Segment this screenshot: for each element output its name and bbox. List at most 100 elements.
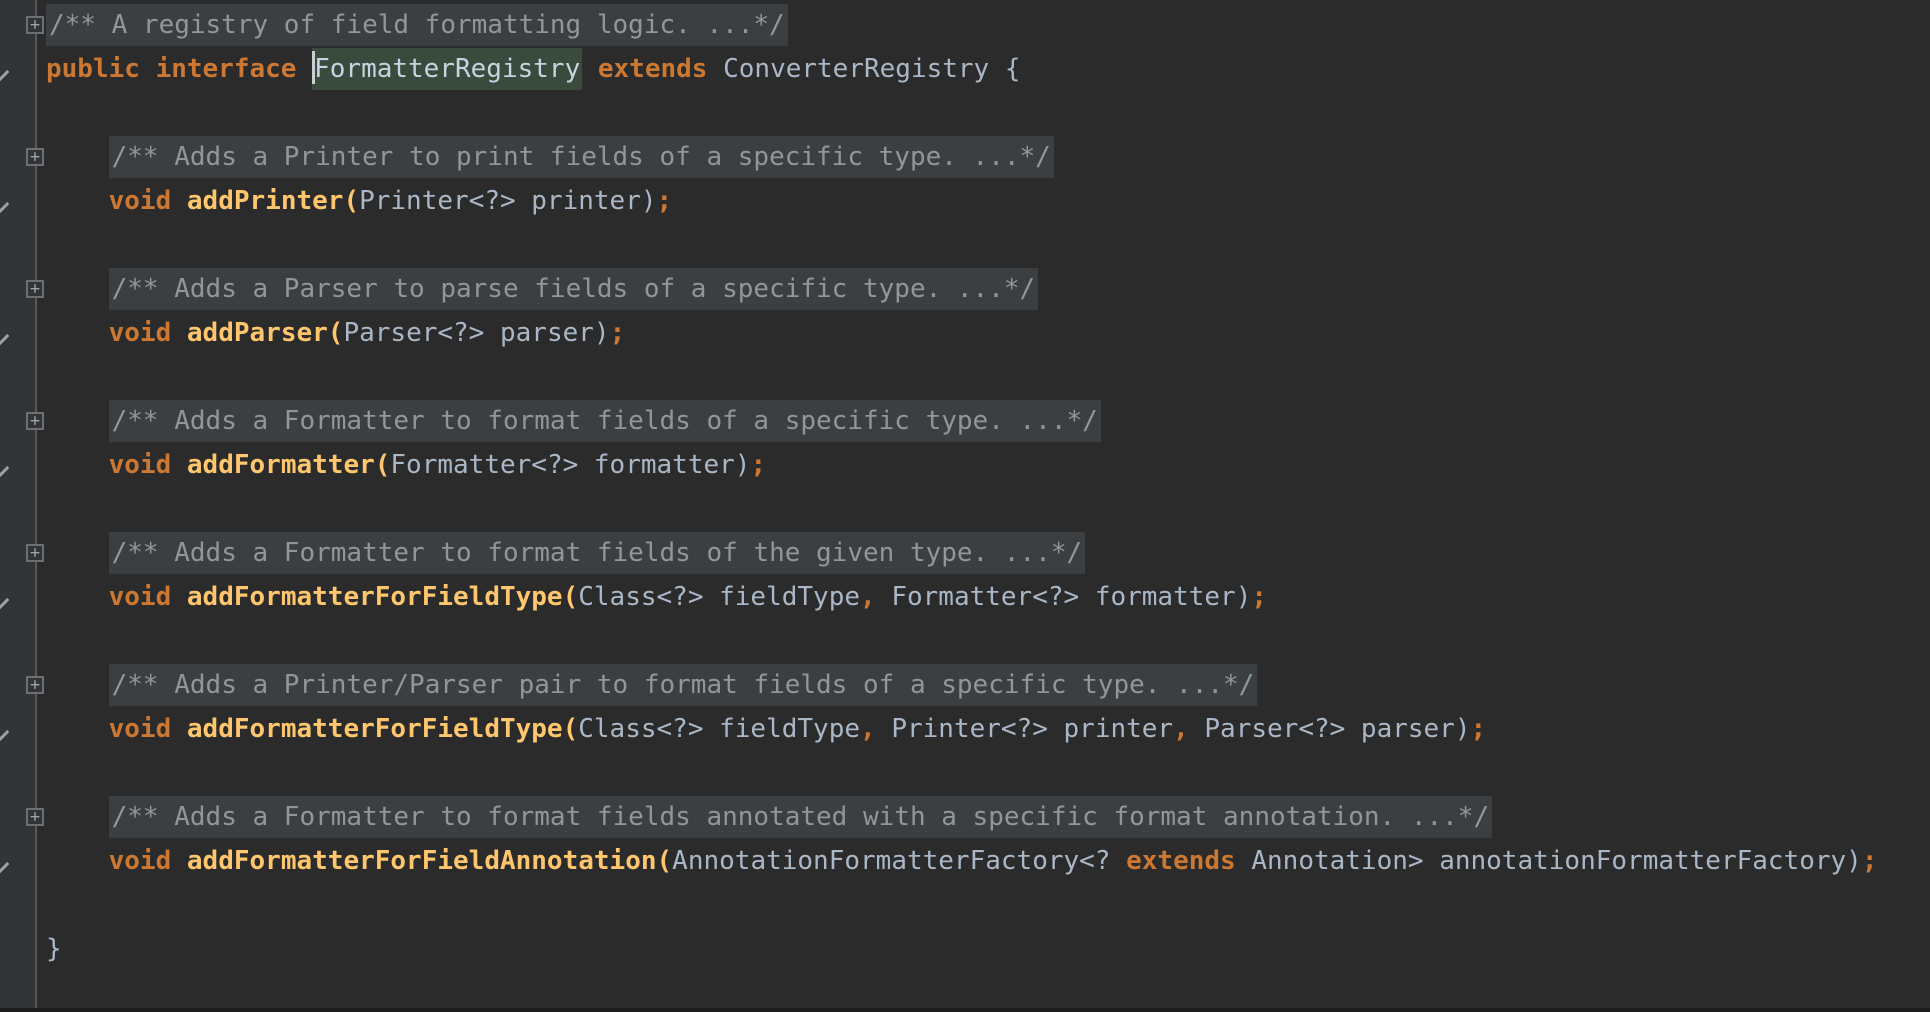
- code-token: ,: [860, 714, 876, 744]
- code-line[interactable]: + /** Adds a Parser to parse fields of a…: [0, 267, 1930, 311]
- code-line[interactable]: + /** Adds a Formatter to format fields …: [0, 399, 1930, 443]
- code-token: Formatter<?> formatter): [390, 450, 751, 480]
- fold-plus-icon[interactable]: +: [26, 148, 44, 166]
- code-line-text: }: [0, 934, 62, 964]
- code-line[interactable]: + /** Adds a Formatter to format fields …: [0, 795, 1930, 839]
- code-line-text: /** Adds a Printer to print fields of a …: [0, 136, 1054, 178]
- code-line[interactable]: [0, 487, 1930, 531]
- fold-plus-icon[interactable]: +: [26, 544, 44, 562]
- code-token: ,: [1173, 714, 1189, 744]
- code-line[interactable]: void addPrinter(Printer<?> printer);: [0, 179, 1930, 223]
- folded-comment: /** Adds a Formatter to format fields an…: [108, 796, 1493, 838]
- code-line-text: /** Adds a Formatter to format fields of…: [0, 532, 1086, 574]
- code-token: extends: [597, 54, 708, 84]
- fold-plus-icon[interactable]: +: [26, 808, 44, 826]
- code-line-text: /** Adds a Formatter to format fields an…: [0, 796, 1493, 838]
- code-line[interactable]: [0, 355, 1930, 399]
- code-token: void: [108, 846, 172, 876]
- code-line[interactable]: + /** Adds a Printer/Parser pair to form…: [0, 663, 1930, 707]
- code-token: Printer<?> printer: [875, 714, 1174, 744]
- code-token: ConverterRegistry {: [707, 54, 1021, 84]
- code-line-text: void addFormatterForFieldAnnotation(Anno…: [0, 846, 1878, 876]
- code-line-text: void addParser(Parser<?> parser);: [0, 318, 626, 348]
- code-token: addFormatter(: [186, 450, 391, 480]
- code-line-text: /** A registry of field formatting logic…: [0, 4, 788, 46]
- code-token: ;: [1470, 714, 1487, 744]
- code-token: ;: [609, 318, 626, 348]
- code-token: void: [108, 582, 172, 612]
- code-line-text: void addFormatterForFieldType(Class<?> f…: [0, 714, 1487, 744]
- fold-plus-icon[interactable]: +: [26, 676, 44, 694]
- code-token: Annotation> annotationFormatterFactory): [1235, 846, 1862, 876]
- code-line-text: void addPrinter(Printer<?> printer);: [0, 186, 673, 216]
- fold-plus-icon[interactable]: +: [26, 280, 44, 298]
- code-line[interactable]: void addFormatterForFieldAnnotation(Anno…: [0, 839, 1930, 883]
- code-line-text: /** Adds a Formatter to format fields of…: [0, 400, 1101, 442]
- code-token: Class<?> fieldType: [578, 582, 861, 612]
- code-line-text: /** Adds a Printer/Parser pair to format…: [0, 664, 1258, 706]
- highlighted-identifier: FormatterRegistry: [312, 48, 583, 90]
- folded-comment: /** Adds a Parser to parse fields of a s…: [108, 268, 1039, 310]
- fold-plus-icon[interactable]: +: [26, 16, 44, 34]
- code-line[interactable]: void addFormatter(Formatter<?> formatter…: [0, 443, 1930, 487]
- code-token: ;: [750, 450, 767, 480]
- text-caret: [312, 51, 316, 84]
- code-line[interactable]: [0, 619, 1930, 663]
- code-line[interactable]: + /** Adds a Printer to print fields of …: [0, 135, 1930, 179]
- code-token: public interface: [46, 54, 297, 84]
- code-line[interactable]: public interface FormatterRegistry exten…: [0, 47, 1930, 91]
- fold-plus-icon[interactable]: +: [26, 412, 44, 430]
- code-line[interactable]: [0, 883, 1930, 927]
- code-token: addPrinter(: [186, 186, 360, 216]
- folded-comment: /** A registry of field formatting logic…: [46, 4, 788, 46]
- code-token: Parser<?> parser): [343, 318, 610, 348]
- code-token: Formatter<?> formatter): [875, 582, 1252, 612]
- code-editor[interactable]: +/** A registry of field formatting logi…: [0, 0, 1930, 971]
- code-line[interactable]: +/** A registry of field formatting logi…: [0, 3, 1930, 47]
- code-line[interactable]: [0, 751, 1930, 795]
- code-line[interactable]: void addFormatterForFieldType(Class<?> f…: [0, 575, 1930, 619]
- code-token: ;: [656, 186, 673, 216]
- code-line[interactable]: + /** Adds a Formatter to format fields …: [0, 531, 1930, 575]
- code-editor-window: +/** A registry of field formatting logi…: [0, 0, 1930, 1012]
- code-token: Parser<?> parser): [1188, 714, 1471, 744]
- code-token: void: [108, 450, 172, 480]
- code-token: addFormatterForFieldType(: [186, 582, 579, 612]
- code-line[interactable]: void addParser(Parser<?> parser);: [0, 311, 1930, 355]
- code-line[interactable]: [0, 223, 1930, 267]
- code-token: AnnotationFormatterFactory<?: [672, 846, 1127, 876]
- code-line[interactable]: }: [0, 927, 1930, 971]
- code-token: ,: [860, 582, 876, 612]
- code-line[interactable]: [0, 91, 1930, 135]
- window-bottom-edge: [0, 1008, 1930, 1012]
- code-line-text: void addFormatterForFieldType(Class<?> f…: [0, 582, 1267, 612]
- code-token: ;: [1251, 582, 1268, 612]
- code-token: void: [108, 318, 172, 348]
- code-token: extends: [1126, 846, 1236, 876]
- code-line[interactable]: void addFormatterForFieldType(Class<?> f…: [0, 707, 1930, 751]
- code-token: ;: [1861, 846, 1878, 876]
- folded-comment: /** Adds a Printer to print fields of a …: [108, 136, 1054, 178]
